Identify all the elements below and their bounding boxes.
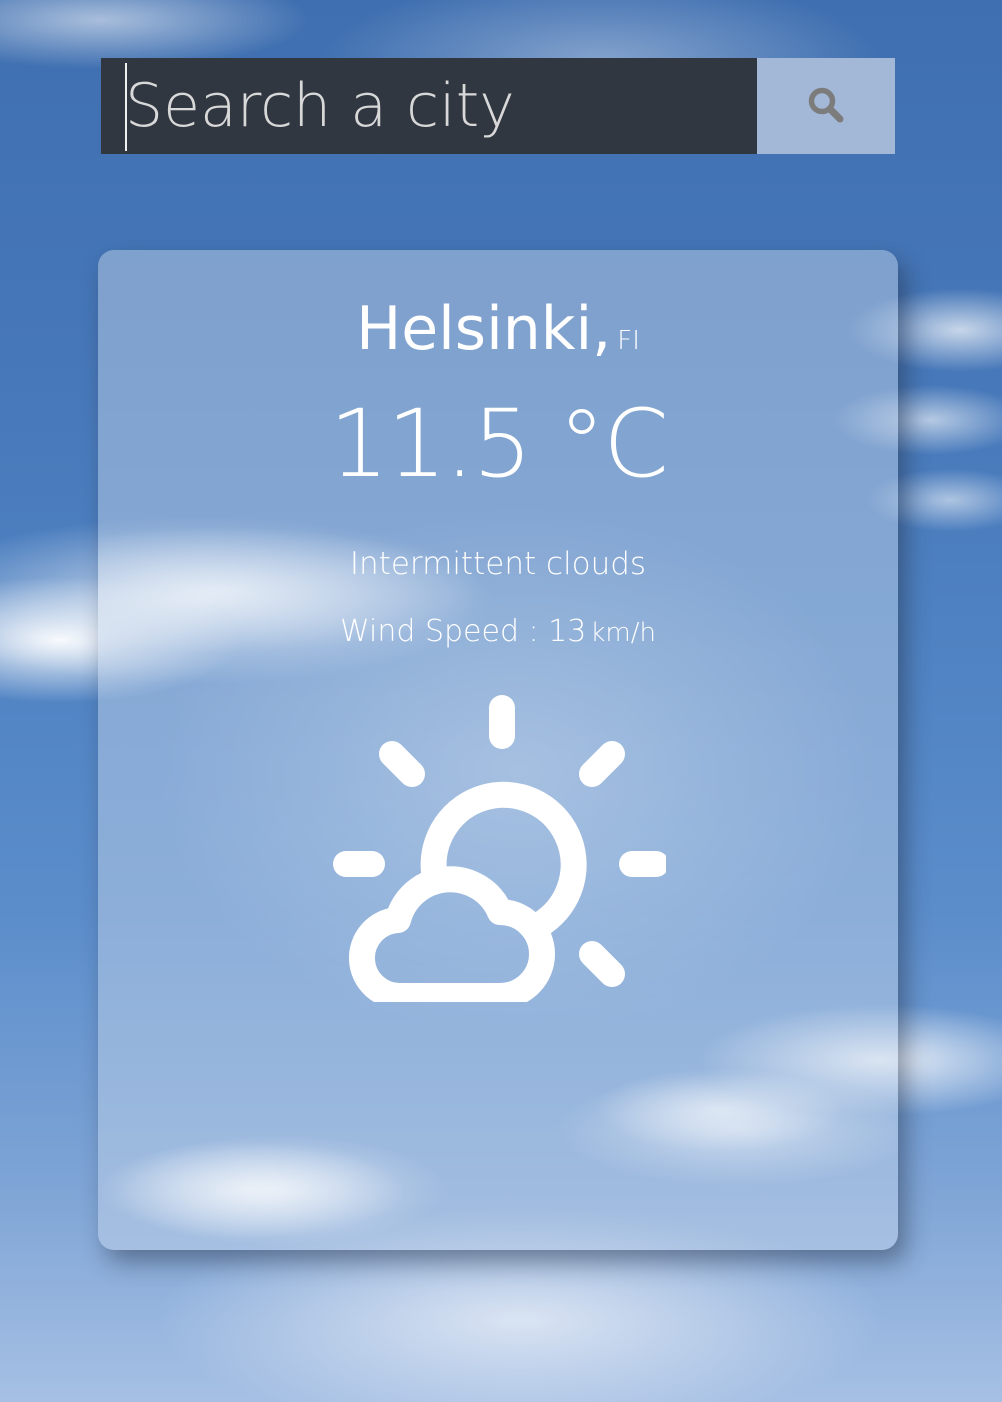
wind-speed-value: Wind Speed : 13 [340, 614, 587, 649]
weather-card: Helsinki, FI 11.5 °C Intermittent clouds … [98, 250, 898, 1250]
city-name: Helsinki, [356, 294, 612, 364]
temperature: 11.5 °C [329, 390, 669, 499]
search-button[interactable] [757, 58, 895, 154]
text-cursor [125, 63, 127, 151]
search-icon [806, 85, 846, 128]
search-bar [101, 58, 895, 154]
wind-speed-unit: km/h [590, 618, 656, 648]
partly-cloudy-day-icon [330, 690, 669, 1010]
wind-speed: Wind Speed : 13 km/h [98, 614, 898, 649]
weather-description: Intermittent clouds [349, 546, 647, 582]
search-input[interactable] [101, 58, 757, 154]
country-code: FI [617, 326, 640, 356]
location: Helsinki, FI [98, 294, 898, 364]
